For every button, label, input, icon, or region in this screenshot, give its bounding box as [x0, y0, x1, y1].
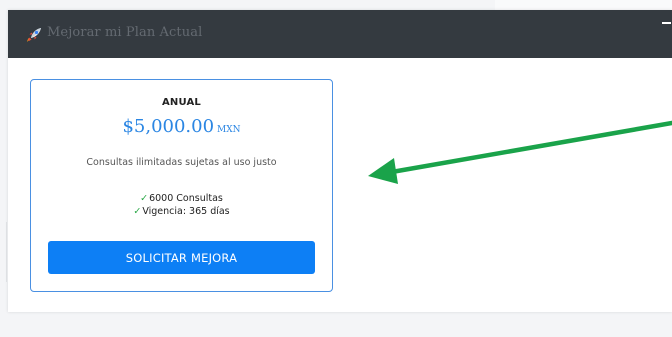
- feature-text: Vigencia: 365 días: [142, 206, 230, 217]
- feature-text: 6000 Consultas: [149, 193, 223, 204]
- plan-card: ANUAL $5,000.00 MXN Consultas ilimitadas …: [30, 79, 333, 292]
- rocket-icon: [24, 25, 44, 45]
- price-currency: MXN: [217, 125, 241, 135]
- upgrade-plan-modal: Mejorar mi Plan Actual ANUAL $5,000.00 MX…: [8, 10, 672, 312]
- modal-title: Mejorar mi Plan Actual: [47, 25, 203, 40]
- request-upgrade-button[interactable]: SOLICITAR MEJORA: [48, 241, 315, 274]
- plan-name: ANUAL: [161, 97, 202, 108]
- background-divider: [6, 222, 7, 282]
- price-row: $5,000.00 MXN: [31, 116, 332, 137]
- check-icon: ✓: [133, 206, 142, 217]
- feature-list: ✓6000 Consultas ✓Vigencia: 365 días: [31, 192, 332, 218]
- minimize-icon[interactable]: [660, 16, 672, 30]
- modal-header: Mejorar mi Plan Actual: [8, 10, 672, 58]
- check-icon: ✓: [140, 193, 149, 204]
- feature-item: ✓6000 Consultas: [31, 192, 332, 205]
- plan-description: Consultas ilimitadas sujetas al uso just…: [86, 157, 277, 168]
- feature-item: ✓Vigencia: 365 días: [31, 205, 332, 218]
- price-amount: $5,000.00: [122, 116, 215, 137]
